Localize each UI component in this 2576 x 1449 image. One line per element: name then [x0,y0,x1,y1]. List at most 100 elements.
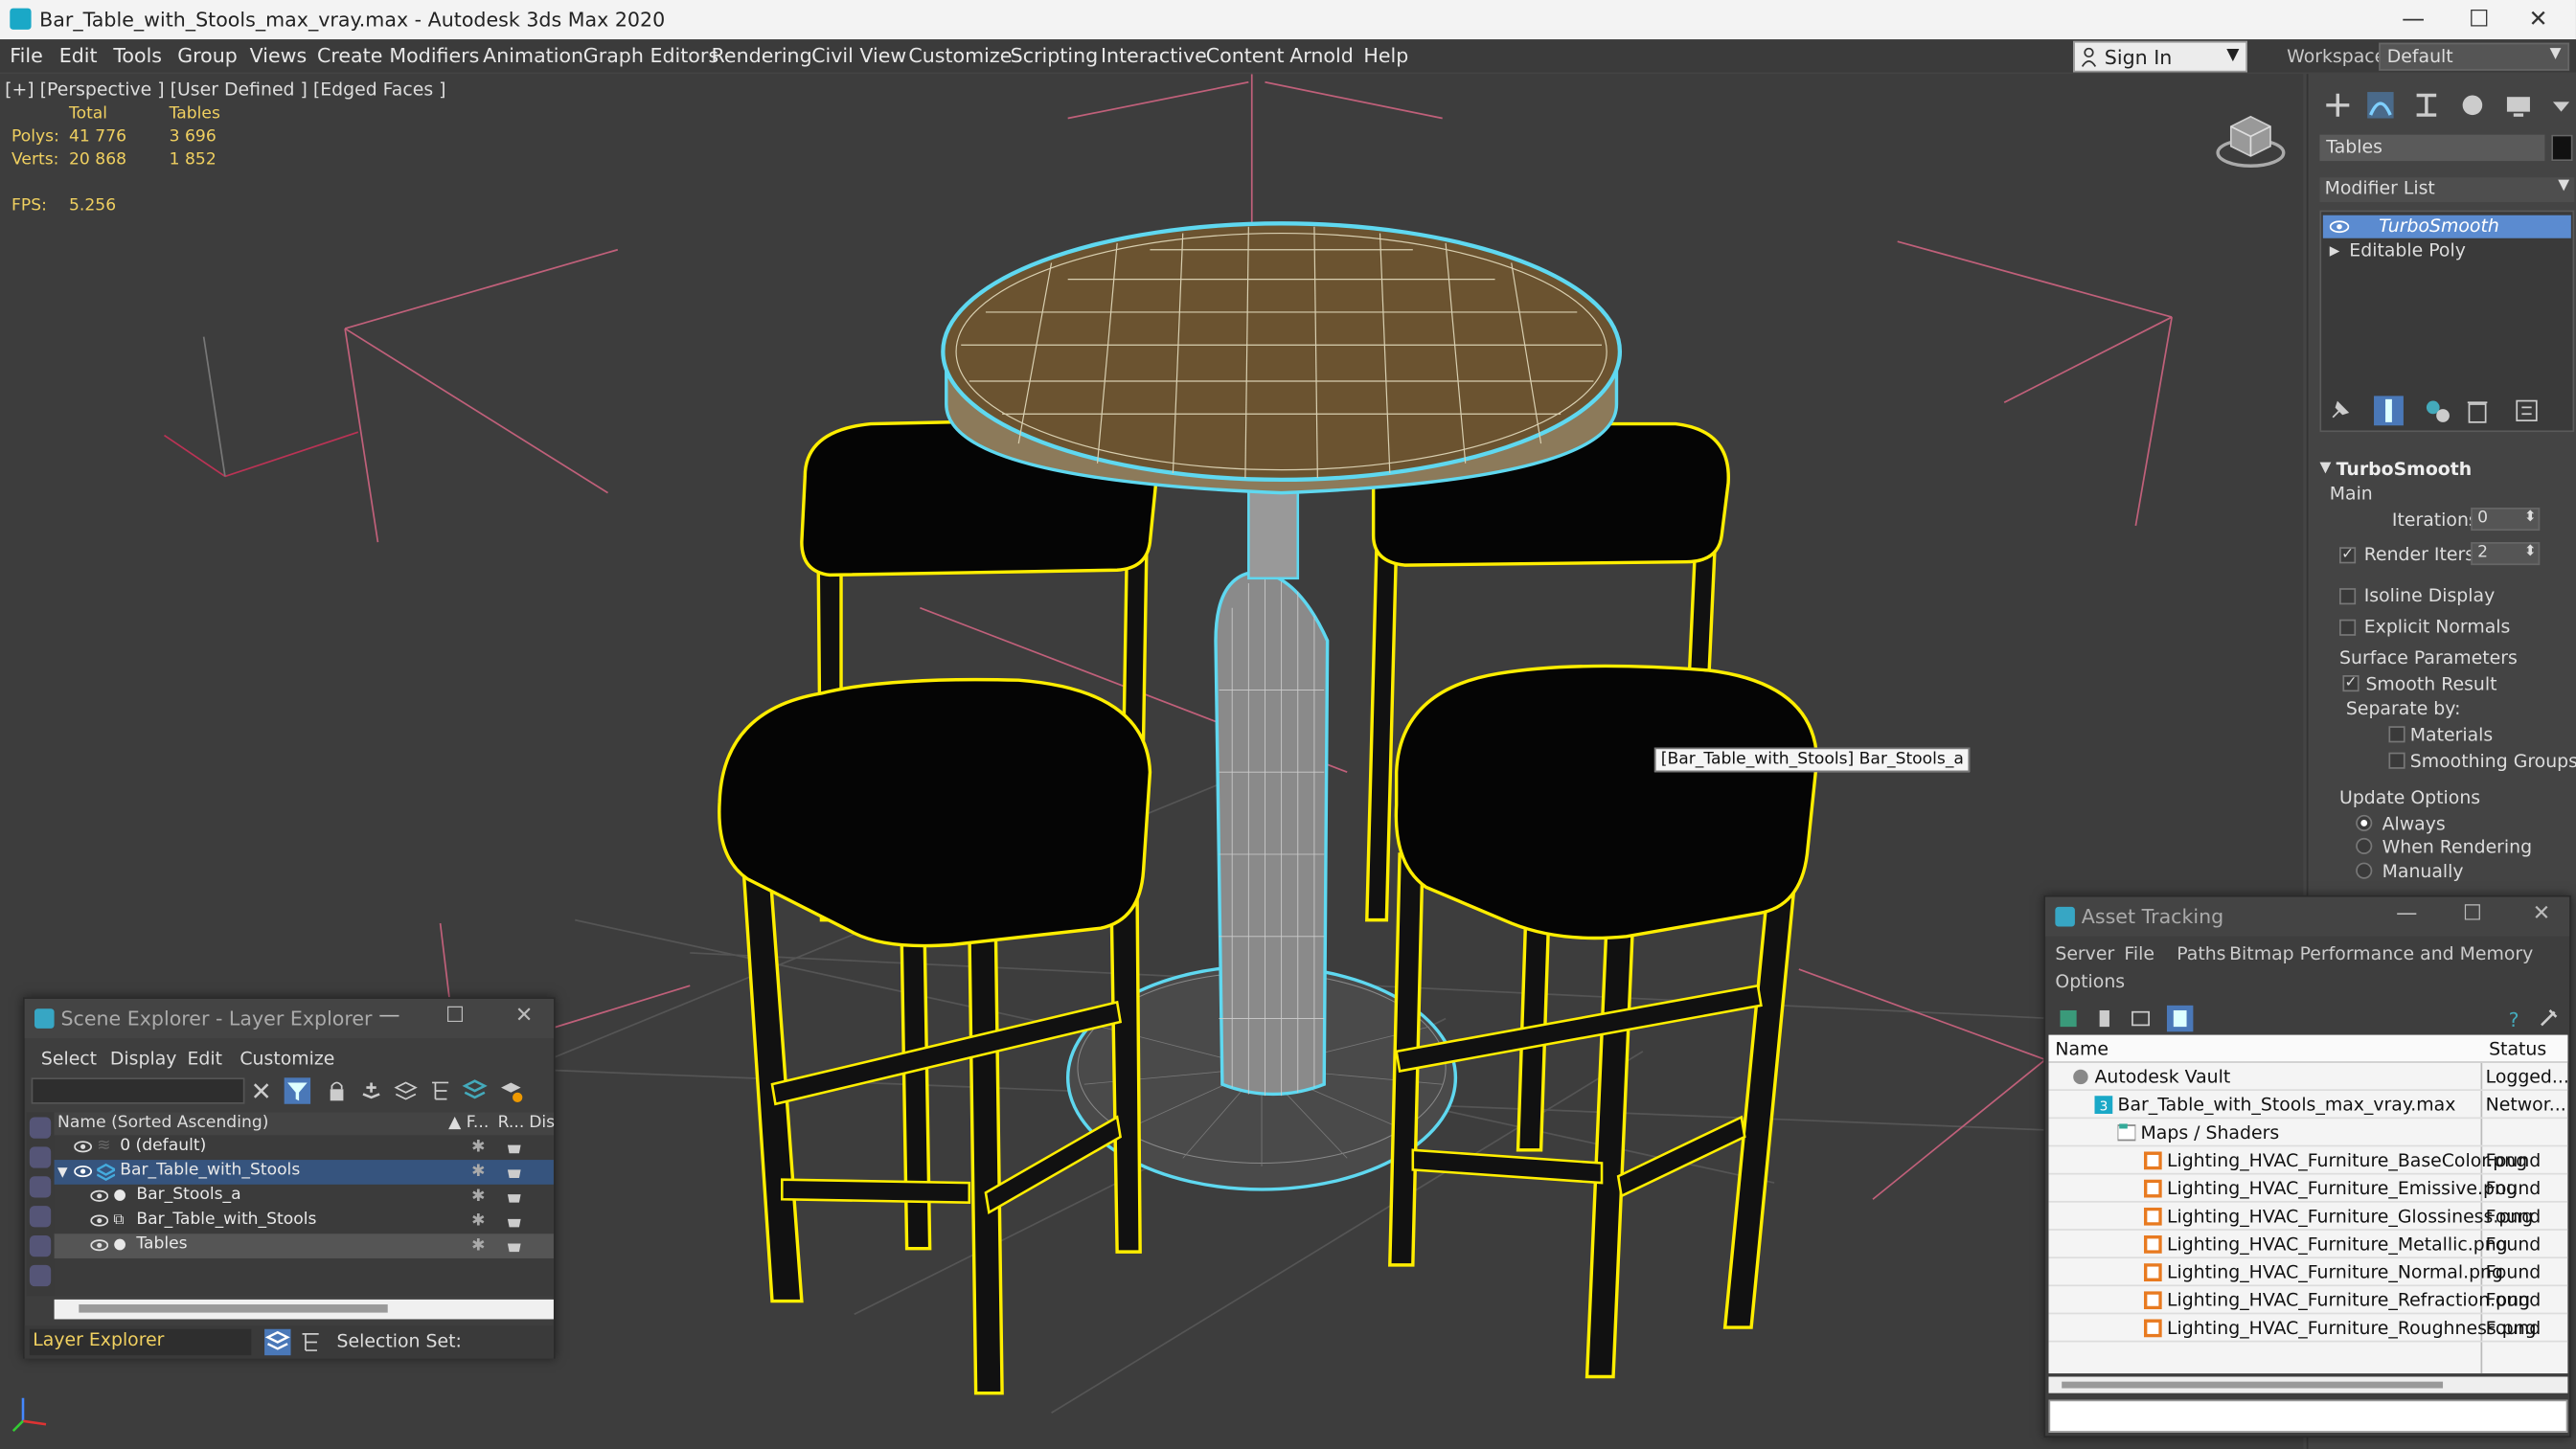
asset-row-normal[interactable]: Lighting_HVAC_Furniture_Normal.png Found [2048,1258,2568,1287]
freeze-icon[interactable]: ✱ [471,1212,485,1231]
bar-stool-front-right[interactable] [1388,664,1819,1379]
freeze-icon[interactable]: ✱ [471,1164,485,1182]
asset-row-maps-shaders[interactable]: Maps / Shaders [2048,1119,2568,1147]
eye-icon[interactable] [90,1189,109,1203]
smoothing-groups-checkbox[interactable] [2388,752,2405,769]
menu-file[interactable]: File [2124,943,2154,964]
manually-radio[interactable] [2356,862,2373,879]
asset-row-roughness[interactable]: Lighting_HVAC_Furniture_Roughness.png Fo… [2048,1314,2568,1343]
menu-select[interactable]: Select [41,1048,97,1069]
menu-customize[interactable]: Customize [239,1048,334,1069]
display-spacewarps-icon[interactable] [29,1264,52,1287]
utilities-tab-icon[interactable] [2544,89,2576,122]
eye-icon[interactable] [90,1214,109,1228]
object-row-bar-stools-a[interactable]: ● Bar_Stools_a ✱ [55,1185,554,1210]
stack-item-editable-poly[interactable]: ▶ Editable Poly [2323,239,2571,262]
hierarchy-mode-icon[interactable] [297,1329,323,1355]
table-view-icon[interactable] [2128,1006,2154,1031]
lock-icon[interactable] [324,1077,350,1103]
render-iters-checkbox[interactable]: ✓ [2339,547,2357,564]
eye-icon[interactable] [2329,220,2350,234]
column-name-header[interactable]: Name (Sorted Ascending) [57,1114,268,1132]
workspace-dropdown[interactable]: Default ▼ [2379,42,2570,71]
object-row-tables[interactable]: ● Tables ✱ [54,1234,554,1258]
filter-icon[interactable] [284,1077,311,1104]
hierarchy-tab-icon[interactable] [2410,89,2443,122]
object-row-bar-table-with-stools[interactable]: ⧉ Bar_Table_with_Stools ✱ [55,1210,554,1234]
asset-row-emissive[interactable]: Lighting_HVAC_Furniture_Emissive.png Fou… [2048,1175,2568,1203]
column-frozen-header[interactable]: ▲ F... [448,1114,489,1132]
maximize-button[interactable]: ☐ [435,1004,474,1029]
layers-mode-icon[interactable] [264,1328,291,1356]
menu-content[interactable]: Content [1206,44,1285,67]
render-teapot-icon[interactable] [504,1188,524,1204]
menu-server[interactable]: Server [2055,943,2114,964]
layer-row-default[interactable]: ≋ 0 (default) ✱ [55,1135,554,1160]
asset-row-metallic[interactable]: Lighting_HVAC_Furniture_Metallic.png Fou… [2048,1231,2568,1258]
object-name-field[interactable]: Tables [2319,134,2545,162]
freeze-icon[interactable]: ✱ [471,1237,485,1256]
stack-item-turbosmooth[interactable]: TurboSmooth [2322,215,2571,238]
isoline-display-checkbox[interactable] [2339,588,2357,605]
display-geometry-icon[interactable] [29,1146,52,1168]
asset-row-glossiness[interactable]: Lighting_HVAC_Furniture_Glossiness.png F… [2048,1203,2568,1231]
menu-create[interactable]: Create [317,44,382,67]
expand-arrow-icon[interactable]: ▶ [2330,239,2340,262]
display-cameras-icon[interactable] [29,1206,52,1228]
tree-view-icon[interactable] [2166,1005,2194,1032]
render-teapot-icon[interactable] [504,1164,524,1180]
asset-row-basecolor[interactable]: Lighting_HVAC_Furniture_BaseColor.png Fo… [2048,1146,2568,1175]
explorer-type-dropdown[interactable]: Layer Explorer [29,1328,252,1356]
close-button[interactable]: ✕ [504,1004,543,1029]
minimize-button[interactable]: — [2387,902,2427,927]
layer-options-icon[interactable] [498,1077,524,1103]
layer-row-bar-table-with-stools[interactable]: ▼ Bar_Table_with_Stools ✱ [54,1160,554,1185]
freeze-icon[interactable]: ✱ [471,1188,485,1206]
object-color-swatch[interactable] [2551,134,2573,162]
menu-tools[interactable]: Tools [113,44,162,67]
layers-icon[interactable] [462,1077,488,1103]
maximize-button[interactable]: ☐ [2452,902,2492,927]
asset-row-vault[interactable]: Autodesk Vault Logged... [2048,1063,2569,1092]
scrollbar-thumb[interactable] [79,1304,388,1313]
asset-row-max-file[interactable]: 3 Bar_Table_with_Stools_max_vray.max Net… [2048,1091,2568,1120]
settings-icon[interactable] [2535,1006,2561,1031]
explicit-normals-checkbox[interactable] [2339,619,2357,636]
menu-interactive[interactable]: Interactive [1101,44,1207,67]
menu-help[interactable]: Help [1363,44,1408,67]
motion-tab-icon[interactable] [2456,89,2489,122]
scrollbar-thumb[interactable] [2062,1381,2444,1389]
viewport-label[interactable]: [+] [Perspective ] [User Defined ] [Edge… [5,79,445,100]
table-top[interactable] [941,221,1623,483]
add-to-layer-icon[interactable] [393,1077,419,1103]
menu-views[interactable]: Views [250,44,308,67]
column-name-header[interactable]: Name [2055,1038,2109,1059]
list-view-icon[interactable] [2091,1006,2117,1031]
eye-icon[interactable] [90,1238,109,1252]
pin-stack-icon[interactable] [2325,396,2355,425]
scene-search-input[interactable] [31,1077,245,1104]
eye-icon[interactable] [74,1165,93,1178]
render-teapot-icon[interactable] [504,1237,524,1254]
horizontal-scrollbar[interactable] [54,1299,554,1320]
menu-modifiers[interactable]: Modifiers [389,44,479,67]
always-radio[interactable] [2356,814,2373,831]
modify-tab-icon[interactable] [2364,89,2397,122]
menu-customize[interactable]: Customize [908,44,1012,67]
materials-checkbox[interactable] [2388,726,2405,743]
menu-scripting[interactable]: Scripting [1011,44,1099,67]
menu-arnold[interactable]: Arnold [1289,44,1354,67]
freeze-icon[interactable]: ✱ [471,1139,485,1157]
menu-rendering[interactable]: Rendering [712,44,812,67]
display-helpers-icon[interactable] [29,1234,52,1257]
display-tab-icon[interactable] [2502,89,2535,122]
menu-paths[interactable]: Paths [2177,943,2225,964]
close-button[interactable]: ✕ [2521,902,2561,927]
scene-explorer-titlebar[interactable]: Scene Explorer - Layer Explorer — ☐ ✕ [24,998,554,1039]
menu-edit[interactable]: Edit [187,1048,222,1069]
display-lights-icon[interactable] [29,1176,52,1198]
make-unique-icon[interactable] [2423,396,2452,425]
render-teapot-icon[interactable] [504,1139,524,1155]
modifier-list-dropdown[interactable]: Modifier List ▼ [2319,177,2575,202]
help-icon[interactable]: ? [2502,1006,2528,1031]
